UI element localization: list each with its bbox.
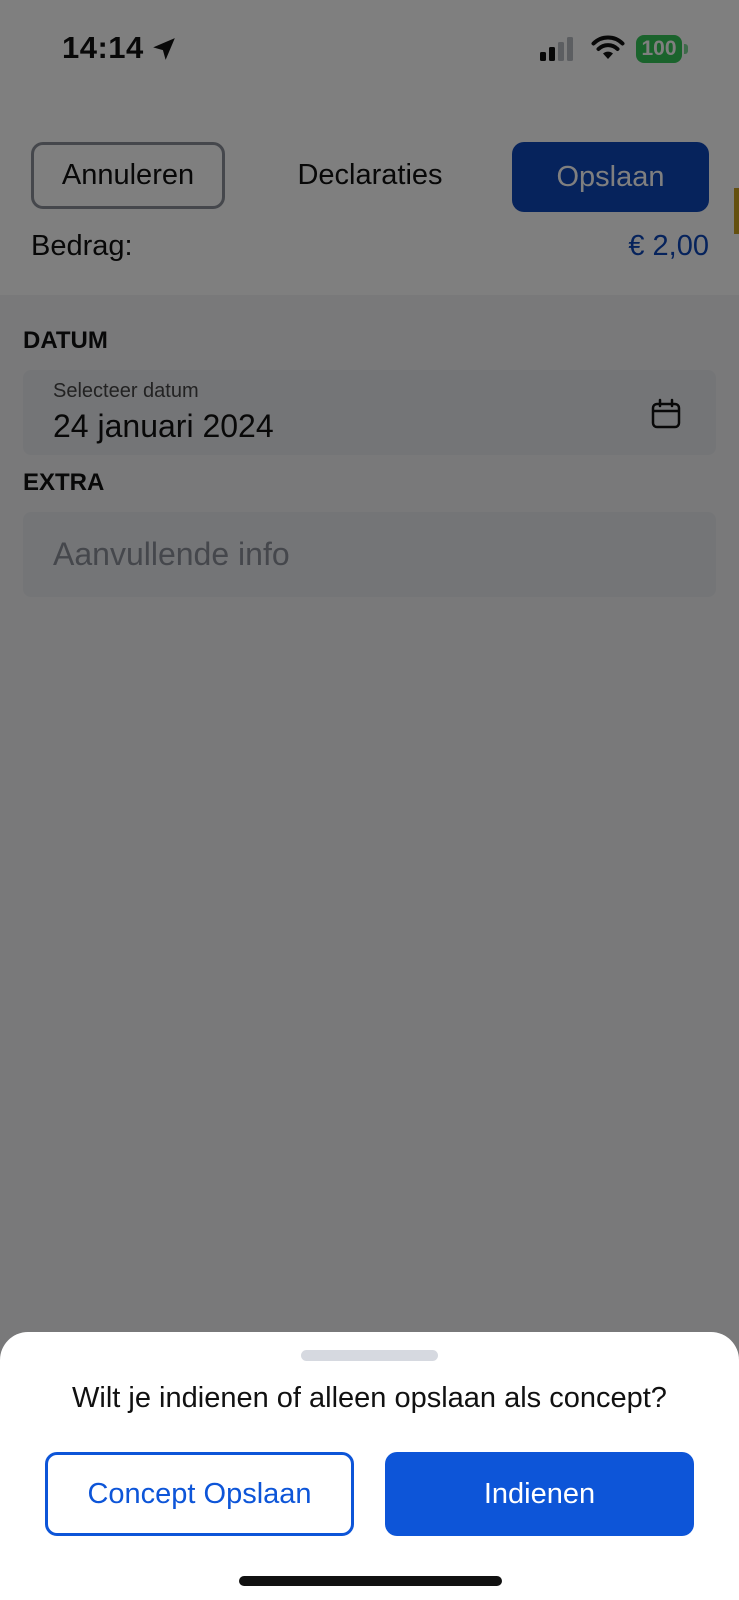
home-indicator <box>239 1576 502 1586</box>
sheet-drag-handle[interactable] <box>301 1350 438 1361</box>
save-concept-button[interactable]: Concept Opslaan <box>45 1452 354 1536</box>
bottom-sheet: Wilt je indienen of alleen opslaan als c… <box>0 1332 739 1600</box>
screen: 14:14 100 Annuleren Declaraties Opslaan … <box>0 0 739 1600</box>
submit-button[interactable]: Indienen <box>385 1452 694 1536</box>
sheet-question: Wilt je indienen of alleen opslaan als c… <box>72 1382 667 1414</box>
